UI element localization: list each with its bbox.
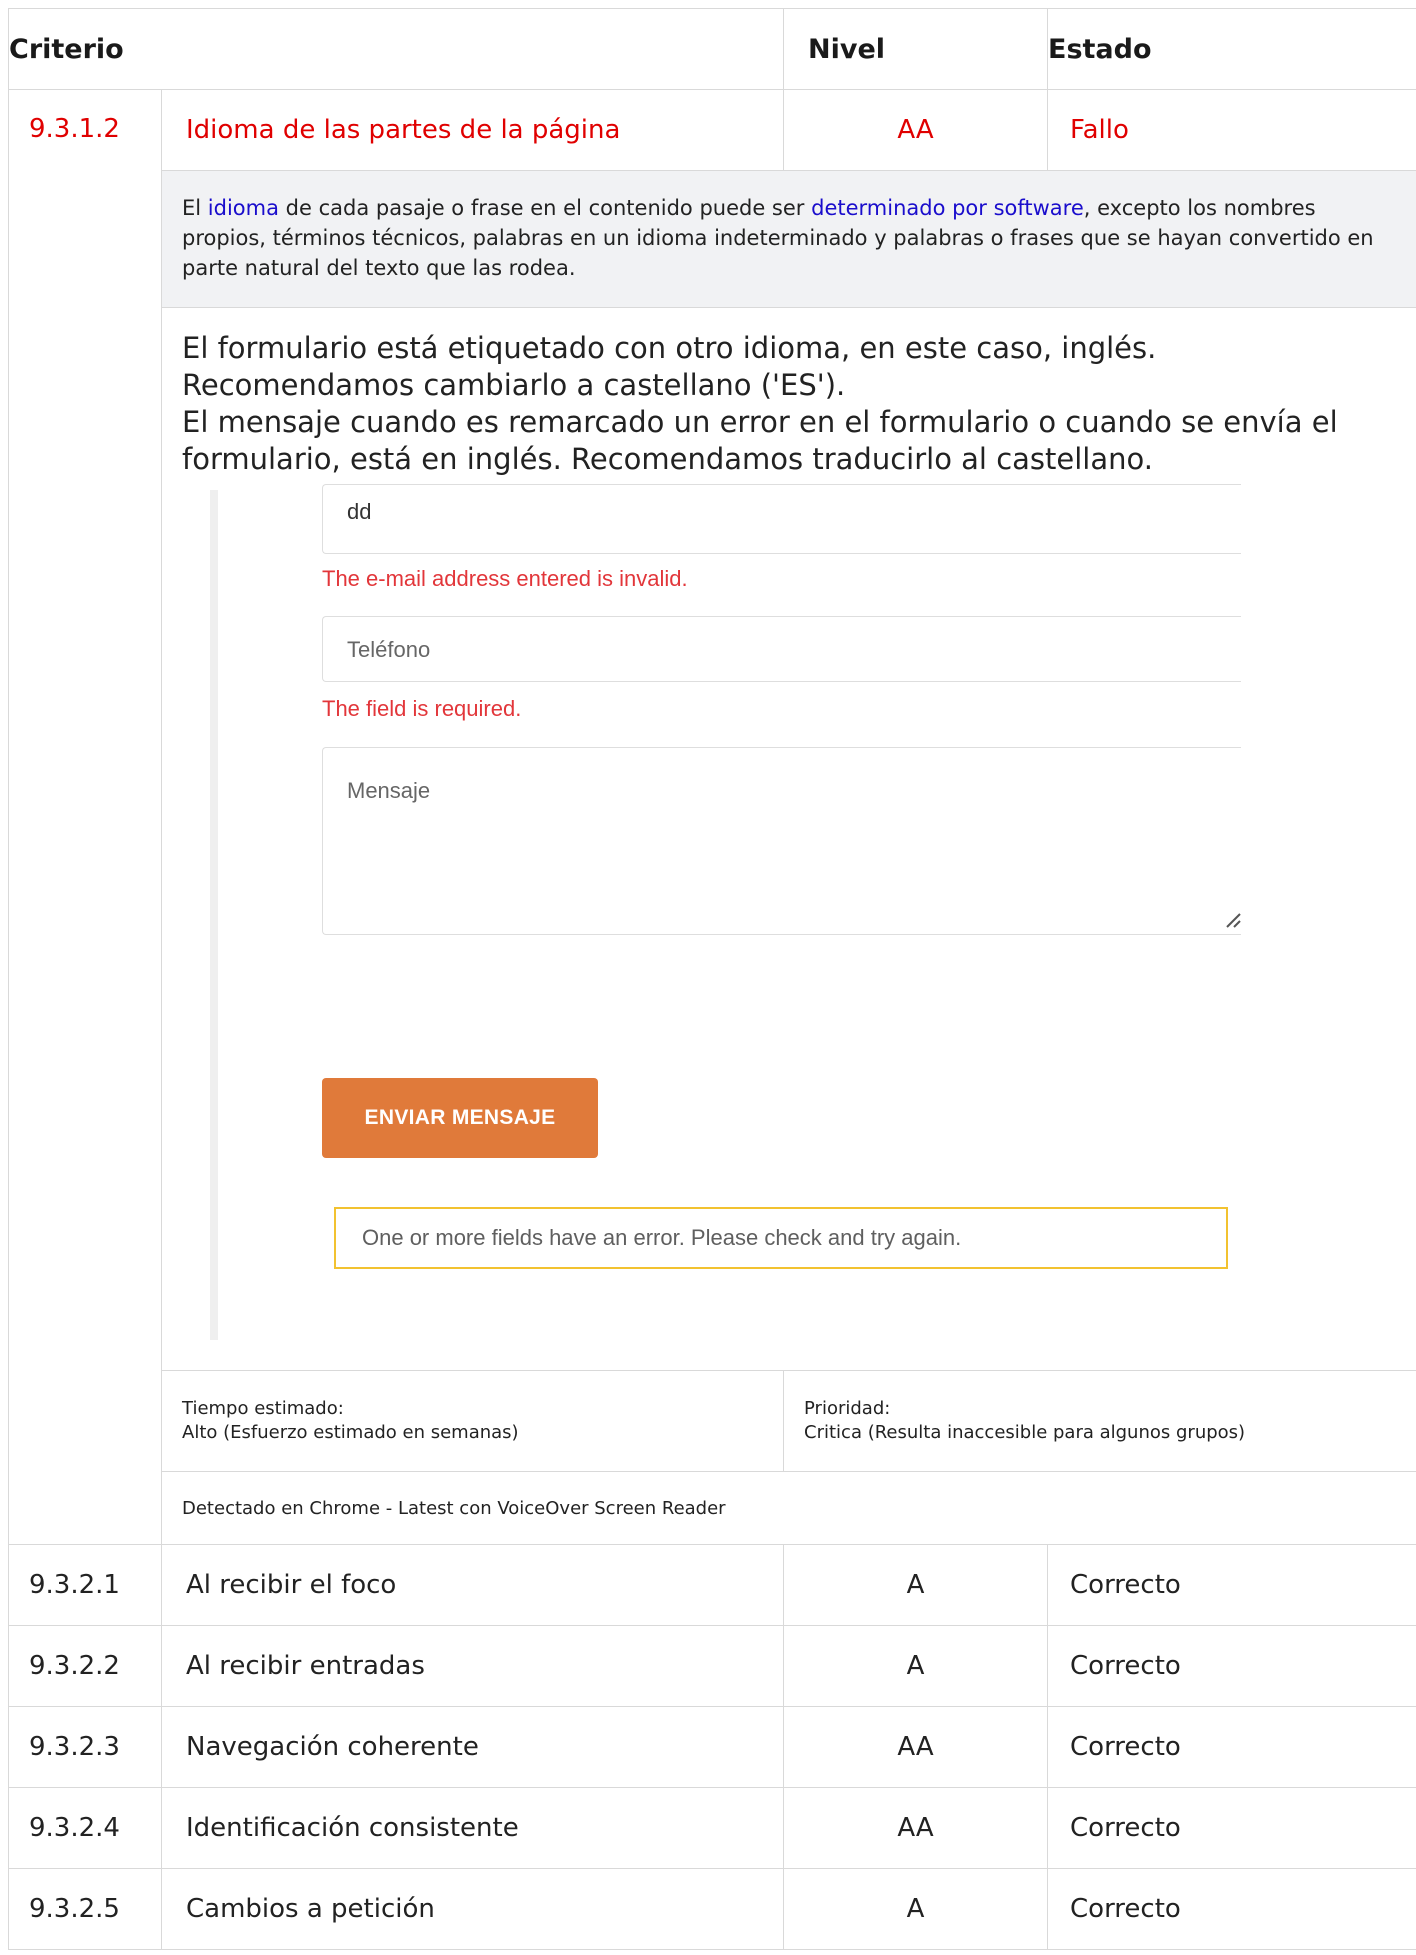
criterion-code: 9.3.2.3 xyxy=(8,1706,162,1788)
table-row: 9.3.2.1 Al recibir el foco A Correcto xyxy=(8,1544,1416,1626)
phone-error: The field is required. xyxy=(322,696,522,721)
header-criterio: Criterio xyxy=(7,8,785,90)
detected-row: Detectado en Chrome - Latest con VoiceOv… xyxy=(9,1471,1416,1545)
criterion-status: Correcto xyxy=(1047,1868,1416,1950)
criterion-level: AA xyxy=(783,1787,1049,1869)
criterion-code: 9.3.2.5 xyxy=(8,1868,162,1950)
form-error-message: One or more fields have an error. Please… xyxy=(334,1207,1228,1269)
criterion-status: Correcto xyxy=(1047,1544,1416,1626)
priority-value: Critica (Resulta inaccesible para alguno… xyxy=(804,1422,1246,1443)
criterion-name: Al recibir entradas xyxy=(160,1625,785,1707)
detected-info: Detectado en Chrome - Latest con VoiceOv… xyxy=(160,1471,1416,1545)
table-row: 9.3.2.2 Al recibir entradas A Correcto xyxy=(8,1625,1416,1707)
criterion-name: Al recibir el foco xyxy=(160,1544,785,1626)
page: Criterio Nivel Estado 9.3.1.2 Idioma de … xyxy=(7,8,1416,1950)
criterion-level: A xyxy=(783,1868,1049,1950)
desc-text-1: El xyxy=(182,196,208,220)
table-row: 9.3.2.5 Cambios a petición A Correcto xyxy=(8,1868,1416,1950)
header-estado: Estado xyxy=(1047,8,1416,90)
criterion-name: Identificación consistente xyxy=(160,1787,785,1869)
priority: Prioridad: Critica (Resulta inaccesible p… xyxy=(783,1370,1416,1472)
criterion-status: Correcto xyxy=(1047,1706,1416,1788)
criterion-level: AA xyxy=(783,1706,1049,1788)
send-message-button: ENVIAR MENSAJE xyxy=(322,1078,598,1158)
criterion-description: El idioma de cada pasaje o frase en el c… xyxy=(160,170,1416,308)
criteria-table: Criterio Nivel Estado 9.3.1.2 Idioma de … xyxy=(7,8,1416,1950)
idioma-link[interactable]: idioma xyxy=(208,196,279,220)
estimated-time: Tiempo estimado: Alto (Esfuerzo estimado … xyxy=(160,1370,785,1472)
criterion-code: 9.3.2.2 xyxy=(8,1625,162,1707)
priority-label: Prioridad: xyxy=(804,1398,891,1419)
criterion-code: 9.3.2.4 xyxy=(8,1787,162,1869)
phone-placeholder: Teléfono xyxy=(347,637,431,662)
criterion-level: AA xyxy=(783,89,1049,171)
criterion-level: A xyxy=(783,1625,1049,1707)
table-row-failing: 9.3.1.2 Idioma de las partes de la págin… xyxy=(8,89,1416,1545)
phone-field: Teléfono xyxy=(322,616,1241,682)
description-row: El idioma de cada pasaje o frase en el c… xyxy=(9,170,1416,308)
header-nivel: Nivel xyxy=(783,8,1049,90)
message-placeholder: Mensaje xyxy=(347,778,431,803)
email-value: dd xyxy=(347,499,372,524)
criterion-level: A xyxy=(783,1544,1049,1626)
desc-text-2: de cada pasaje o frase en el contenido p… xyxy=(278,196,812,220)
observation-line-1: El formulario está etiquetado con otro i… xyxy=(182,331,1157,365)
determinado-por-software-link[interactable]: determinado por software xyxy=(811,196,1084,220)
message-field: Mensaje xyxy=(322,747,1241,935)
table-row: 9.3.2.3 Navegación coherente AA Correcto xyxy=(8,1706,1416,1788)
criterion-code: 9.3.2.1 xyxy=(8,1544,162,1626)
table-header-row: Criterio Nivel Estado xyxy=(7,8,1416,90)
screenshot-gutter xyxy=(210,490,218,1340)
observation-cell: El formulario está etiquetado con otro i… xyxy=(160,307,1416,1371)
observation-row: El formulario está etiquetado con otro i… xyxy=(9,307,1416,1371)
email-error: The e-mail address entered is invalid. xyxy=(322,566,688,591)
criterion-name: Navegación coherente xyxy=(160,1706,785,1788)
observation-line-2: Recomendamos cambiarlo a castellano ('ES… xyxy=(182,368,846,402)
criterion-status: Correcto xyxy=(1047,1787,1416,1869)
resize-grip-icon xyxy=(1226,913,1241,928)
criterion-name: Idioma de las partes de la página xyxy=(160,89,785,171)
observation-line-3: El mensaje cuando es remarcado un error … xyxy=(182,405,1338,476)
criterion-status: Correcto xyxy=(1047,1625,1416,1707)
criterion-code: 9.3.1.2 xyxy=(8,89,162,1545)
time-label: Tiempo estimado: xyxy=(182,1398,344,1419)
email-field: dd xyxy=(322,484,1241,554)
form-screenshot: dd The e-mail address entered is invalid… xyxy=(210,484,1241,1350)
criterion-name: Cambios a petición xyxy=(160,1868,785,1950)
table-row: 9.3.2.4 Identificación consistente AA Co… xyxy=(8,1787,1416,1869)
form-error-text: One or more fields have an error. Please… xyxy=(362,1225,962,1250)
meta-row: Tiempo estimado: Alto (Esfuerzo estimado … xyxy=(9,1370,1416,1472)
criterion-status: Fallo xyxy=(1047,89,1416,171)
time-value: Alto (Esfuerzo estimado en semanas) xyxy=(182,1422,519,1443)
